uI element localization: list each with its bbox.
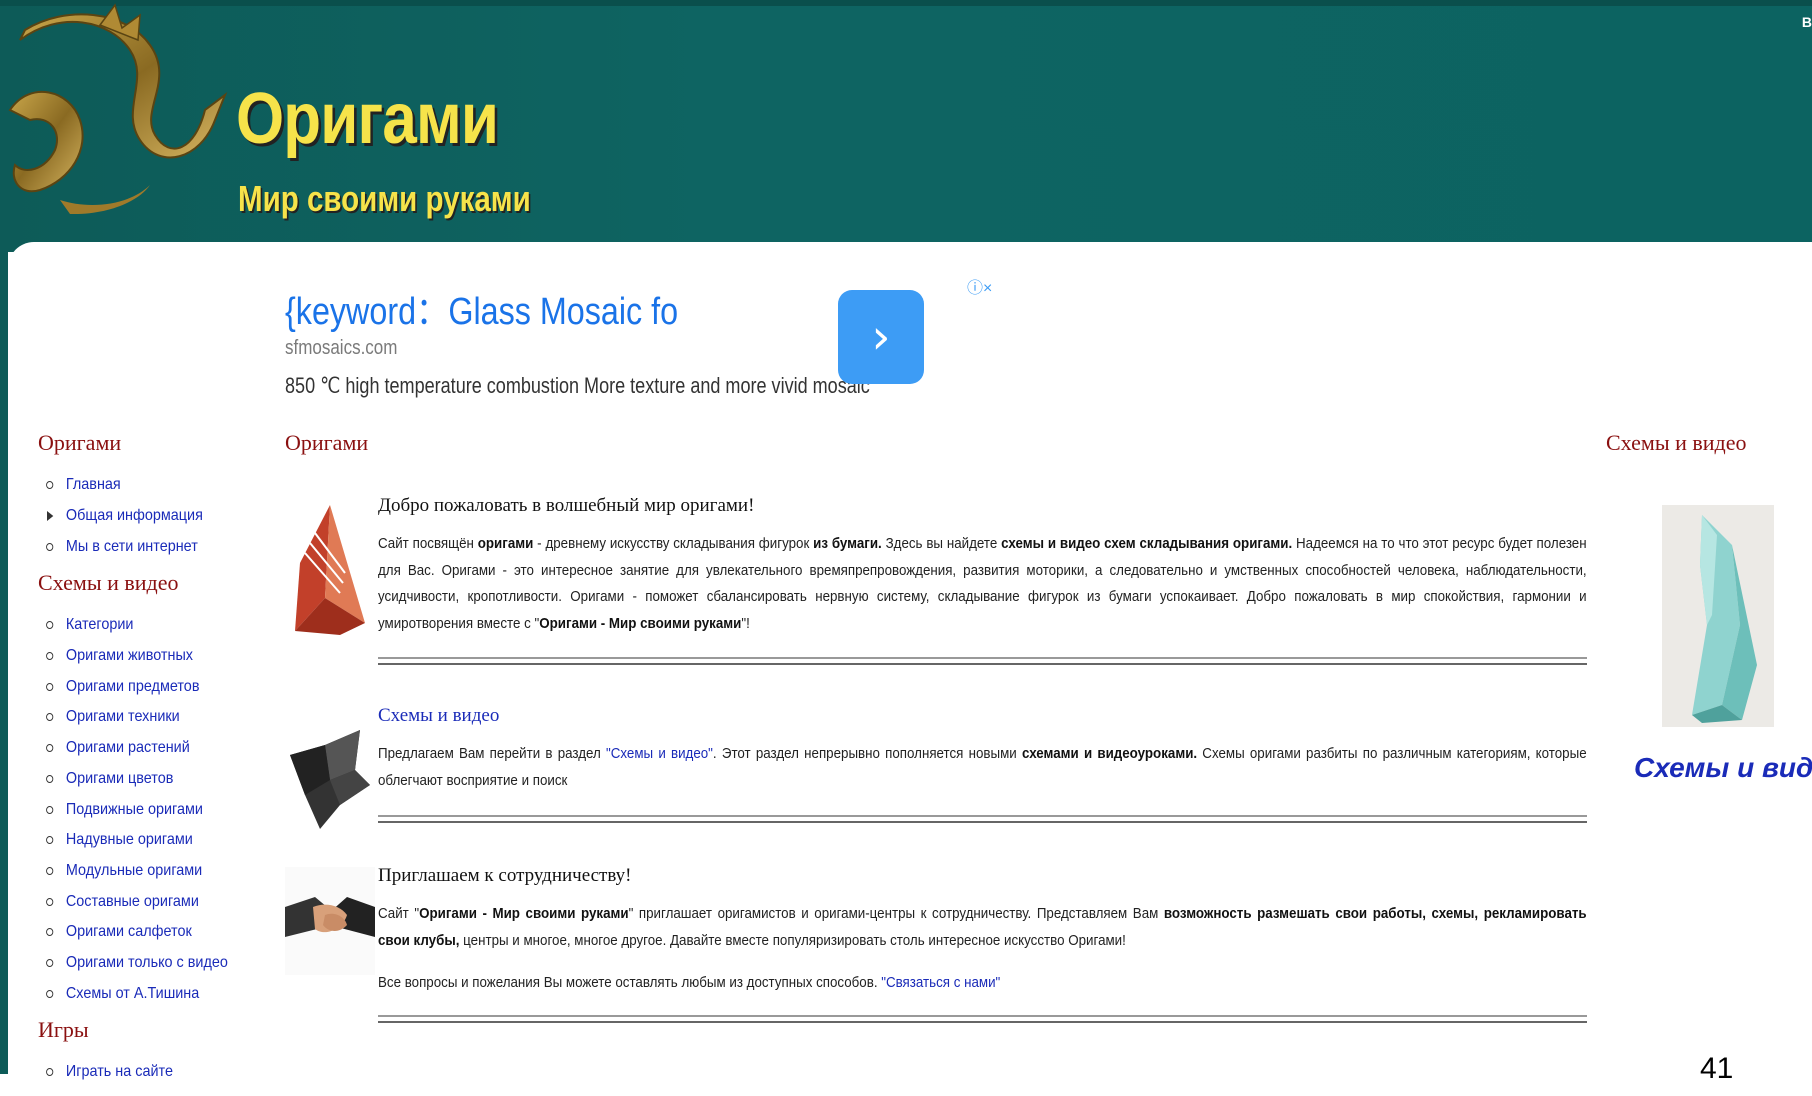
sidebar-item-general-info[interactable]: Общая информация <box>38 501 254 532</box>
schemes-body: Схемы и видео Предлагаем Вам перейти в р… <box>378 705 1587 794</box>
schemes-inline-link[interactable]: "Схемы и видео" <box>606 745 713 762</box>
triangle-bullet-icon <box>47 511 54 522</box>
page-number: 41 <box>1700 1052 1734 1085</box>
cooperation-text: Сайт "Оригами - Мир своими руками" пригл… <box>378 905 1587 949</box>
header-corner-text: В <box>1801 14 1812 30</box>
bullet-icon <box>46 652 54 661</box>
origami-penguin-image[interactable] <box>1662 505 1774 727</box>
cooperation-title: Приглашаем к сотрудничеству! <box>378 865 632 886</box>
left-edge-strip <box>0 242 8 1074</box>
bullet-icon <box>46 744 54 753</box>
bullet-icon <box>46 897 54 906</box>
bullet-icon <box>46 481 54 490</box>
welcome-section: Добро пожаловать в волшебный мир оригами… <box>285 495 1587 665</box>
sidebar-item-composite[interactable]: Составные оригами <box>38 886 254 917</box>
site-title[interactable]: Оригами <box>236 78 499 160</box>
bullet-icon <box>46 928 54 937</box>
bullet-icon <box>46 774 54 783</box>
ad-info-close-icon[interactable]: ⓘ× <box>967 274 992 298</box>
main-heading: Оригами <box>285 430 369 455</box>
sidebar-item-play[interactable]: Играть на сайте <box>38 1057 254 1088</box>
sidebar-item-moving[interactable]: Подвижные оригами <box>38 794 254 825</box>
sidebar-list-origami: Главная Общая информация Мы в сети интер… <box>38 470 278 562</box>
sidebar-item-animals[interactable]: Оригами животных <box>38 641 254 672</box>
bullet-icon <box>46 805 54 814</box>
sidebar-heading-origami: Оригами <box>38 430 122 455</box>
dragon-logo-image[interactable] <box>0 0 230 220</box>
bullet-icon <box>46 682 54 691</box>
handshake-image <box>285 867 375 975</box>
red-origami-image <box>295 505 365 635</box>
schemes-text: Предлагаем Вам перейти в раздел "Схемы и… <box>378 745 1587 789</box>
site-header: Оригами Мир своими руками В <box>0 0 1812 252</box>
left-sidebar: Оригами Главная Общая информация Мы в се… <box>38 430 278 1096</box>
sidebar-heading-games: Игры <box>38 1017 89 1042</box>
ad-title-link[interactable]: {keyword：Glass Mosaic fo <box>285 280 678 335</box>
sidebar-item-inflatable[interactable]: Надувные оригами <box>38 825 254 856</box>
sidebar-item-modular[interactable]: Модульные оригами <box>38 856 254 887</box>
section-divider <box>378 815 1587 823</box>
bullet-icon <box>46 989 54 998</box>
ad-domain[interactable]: sfmosaics.com <box>285 337 397 360</box>
sidebar-item-technics[interactable]: Оригами техники <box>38 702 254 733</box>
schemes-title-link[interactable]: Схемы и видео <box>378 705 1587 727</box>
site-subtitle: Мир своими руками <box>238 178 531 219</box>
welcome-title: Добро пожаловать в волшебный мир оригами… <box>378 495 755 516</box>
welcome-body: Добро пожаловать в волшебный мир оригами… <box>378 495 1587 637</box>
right-heading: Схемы и видео <box>1606 430 1747 455</box>
bullet-icon <box>46 958 54 967</box>
bullet-icon <box>46 1068 54 1077</box>
ad-description[interactable]: 850 ℃ high temperature combustion More t… <box>285 373 870 399</box>
sidebar-list-schemes: Категории Оригами животных Оригами предм… <box>38 610 278 1009</box>
contact-text: Все вопросы и пожелания Вы можете оставл… <box>378 974 1001 991</box>
bullet-icon <box>46 866 54 875</box>
cooperation-body: Приглашаем к сотрудничеству! Сайт "Орига… <box>378 865 1587 997</box>
cooperation-section: Приглашаем к сотрудничеству! Сайт "Орига… <box>285 865 1587 1025</box>
sidebar-item-tishin[interactable]: Схемы от А.Тишина <box>38 978 254 1009</box>
bullet-icon <box>46 621 54 630</box>
bullet-icon <box>46 836 54 845</box>
black-origami-cat-image <box>290 730 370 829</box>
content-top-curve <box>8 242 1812 282</box>
bullet-icon <box>46 542 54 551</box>
sidebar-item-home[interactable]: Главная <box>38 470 254 501</box>
sidebar-item-objects[interactable]: Оригами предметов <box>38 671 254 702</box>
sidebar-heading-schemes: Схемы и видео <box>38 570 179 596</box>
sidebar-list-games: Играть на сайте <box>38 1057 278 1088</box>
sidebar-item-video-only[interactable]: Оригами только с видео <box>38 948 254 979</box>
header-top-line <box>0 0 1812 6</box>
right-schemes-video-link[interactable]: Схемы и видео <box>1634 752 1812 784</box>
sidebar-item-internet[interactable]: Мы в сети интернет <box>38 531 254 562</box>
bullet-icon <box>46 713 54 722</box>
schemes-section: Схемы и видео Предлагаем Вам перейти в р… <box>285 705 1587 829</box>
ad-arrow-button[interactable]: › <box>838 290 924 384</box>
section-divider <box>378 1015 1587 1023</box>
welcome-text: Сайт посвящён оригами - древнему искусст… <box>378 535 1587 632</box>
contact-us-link[interactable]: "Связаться с нами" <box>881 974 1000 991</box>
section-divider <box>378 657 1587 665</box>
sidebar-item-plants[interactable]: Оригами растений <box>38 733 254 764</box>
sidebar-item-categories[interactable]: Категории <box>38 610 254 641</box>
sidebar-item-napkins[interactable]: Оригами салфеток <box>38 917 254 948</box>
sidebar-item-flowers[interactable]: Оригами цветов <box>38 764 254 795</box>
